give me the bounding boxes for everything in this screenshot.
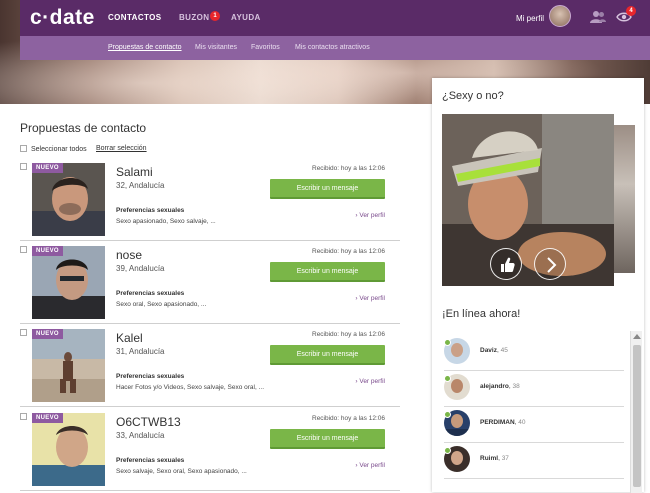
preferences-title: Preferencias sexuales — [116, 373, 185, 380]
new-badge: NUEVO — [32, 246, 63, 256]
contact-card: NUEVO nose 39, Andalucía Preferencias se… — [20, 246, 400, 324]
contact-name[interactable]: nose — [116, 248, 142, 262]
preferences-values: Sexo oral, Sexo apasionado, ... — [116, 301, 207, 308]
profile-photo[interactable] — [32, 413, 105, 486]
avatar[interactable] — [549, 5, 571, 27]
user-age: 40 — [518, 419, 526, 426]
checkbox-box[interactable] — [20, 145, 27, 152]
contact-meta: 33, Andalucía — [116, 431, 165, 440]
preferences-values: Hacer Fotos y/o Videos, Sexo salvaje, Se… — [116, 384, 265, 391]
online-status-dot — [444, 447, 451, 454]
skip-button[interactable] — [534, 248, 566, 280]
contact-name[interactable]: Kalel — [116, 331, 143, 345]
profile-photo[interactable] — [32, 246, 105, 319]
online-user-name[interactable]: Daviz, 45 — [480, 347, 508, 354]
card-checkbox[interactable] — [20, 246, 27, 253]
preferences-values: Sexo apasionado, Sexo salvaje, ... — [116, 218, 216, 225]
online-status-dot — [444, 339, 451, 346]
preferences-title: Preferencias sexuales — [116, 457, 185, 464]
sexy-or-not-panel: ¿Sexy o no? ¡En línea ahora! Daviz, 45 a… — [432, 78, 644, 492]
like-button[interactable] — [490, 248, 522, 280]
received-time: Recibido: hoy a las 12:06 — [312, 331, 385, 338]
online-status-dot — [444, 411, 451, 418]
contact-meta: 32, Andalucía — [116, 181, 165, 190]
candidate-photo[interactable] — [442, 114, 614, 286]
nav-buzon[interactable]: BUZON — [179, 13, 209, 22]
tab-propuestas[interactable]: Propuestas de contacto — [108, 44, 182, 51]
thumbs-up-icon — [501, 257, 515, 272]
online-now-list: Daviz, 45 alejandro, 38 PERDIMAN, 40 Rui… — [432, 329, 644, 492]
preferences-title: Preferencias sexuales — [116, 207, 185, 214]
new-badge: NUEVO — [32, 163, 63, 173]
nav-contactos[interactable]: CONTACTOS — [108, 13, 162, 22]
card-checkbox[interactable] — [20, 163, 27, 170]
contact-name[interactable]: O6CTWB13 — [116, 415, 181, 429]
buzon-badge: 1 — [210, 11, 220, 21]
online-now-title: ¡En línea ahora! — [442, 308, 521, 320]
select-all-checkbox[interactable]: Seleccionar todos — [20, 145, 87, 153]
user-name: PERDIMAN — [480, 419, 515, 426]
user-name: alejandro — [480, 383, 509, 390]
user-age: 38 — [512, 383, 520, 390]
contact-card: NUEVO O6CTWB13 33, Andalucía Preferencia… — [20, 413, 400, 491]
received-time: Recibido: hoy a las 12:06 — [312, 248, 385, 255]
received-time: Recibido: hoy a las 12:06 — [312, 415, 385, 422]
tab-mis-visitantes[interactable]: Mis visitantes — [195, 44, 237, 51]
page-title: Propuestas de contacto — [20, 121, 147, 135]
top-navbar: c·date CONTACTOS BUZON 1 AYUDA Mi perfil… — [20, 0, 650, 36]
online-list-scrollbar[interactable] — [630, 331, 642, 493]
online-user[interactable]: alejandro, 38 — [444, 371, 624, 407]
view-profile-link[interactable]: › Ver perfil — [355, 462, 385, 469]
profile-photo[interactable] — [32, 329, 105, 402]
user-name: Daviz — [480, 347, 497, 354]
view-profile-link[interactable]: › Ver perfil — [355, 212, 385, 219]
clear-selection-link[interactable]: Borrar selección — [96, 145, 147, 152]
scroll-up-arrow[interactable] — [633, 334, 641, 339]
sub-navbar: Propuestas de contacto Mis visitantes Fa… — [20, 36, 650, 60]
contact-card: NUEVO Kalel 31, Andalucía Preferencias s… — [20, 329, 400, 407]
preferences-values: Sexo salvaje, Sexo oral, Sexo apasionado… — [116, 468, 247, 475]
cdate-logo[interactable]: c·date — [30, 6, 95, 30]
nav-ayuda[interactable]: AYUDA — [231, 13, 261, 22]
page: c·date CONTACTOS BUZON 1 AYUDA Mi perfil… — [0, 0, 650, 493]
online-user[interactable]: Daviz, 45 — [444, 335, 624, 371]
select-all-label: Seleccionar todos — [31, 146, 87, 153]
received-time: Recibido: hoy a las 12:06 — [312, 165, 385, 172]
sexy-or-not-title: ¿Sexy o no? — [442, 90, 504, 102]
online-user[interactable]: PERDIMAN, 40 — [444, 407, 624, 443]
user-name: Ruiml — [480, 455, 499, 462]
tab-favoritos[interactable]: Favoritos — [251, 44, 280, 51]
card-checkbox[interactable] — [20, 413, 27, 420]
online-user[interactable]: Ruiml, 37 — [444, 443, 624, 479]
contact-meta: 39, Andalucía — [116, 264, 165, 273]
new-badge: NUEVO — [32, 413, 63, 423]
online-user-name[interactable]: alejandro, 38 — [480, 383, 520, 390]
user-age: 45 — [500, 347, 508, 354]
scrollbar-thumb[interactable] — [633, 345, 641, 487]
chevron-right-icon — [547, 257, 557, 273]
write-message-button[interactable]: Escribir un mensaje — [270, 345, 385, 365]
my-profile-link[interactable]: Mi perfil — [516, 14, 544, 23]
card-checkbox[interactable] — [20, 329, 27, 336]
view-profile-link[interactable]: › Ver perfil — [355, 378, 385, 385]
contacts-icon[interactable] — [590, 10, 606, 24]
user-age: 37 — [501, 455, 509, 462]
contact-meta: 31, Andalucía — [116, 347, 165, 356]
online-user-name[interactable]: PERDIMAN, 40 — [480, 419, 526, 426]
new-badge: NUEVO — [32, 329, 63, 339]
view-profile-link[interactable]: › Ver perfil — [355, 295, 385, 302]
eye-badge: 4 — [626, 6, 636, 16]
write-message-button[interactable]: Escribir un mensaje — [270, 262, 385, 282]
online-status-dot — [444, 375, 451, 382]
contact-card: NUEVO Salami 32, Andalucía Preferencias … — [20, 163, 400, 241]
profile-photo[interactable] — [32, 163, 105, 236]
write-message-button[interactable]: Escribir un mensaje — [270, 179, 385, 199]
contact-name[interactable]: Salami — [116, 165, 153, 179]
tab-contactos-atractivos[interactable]: Mis contactos atractivos — [295, 44, 370, 51]
write-message-button[interactable]: Escribir un mensaje — [270, 429, 385, 449]
preferences-title: Preferencias sexuales — [116, 290, 185, 297]
online-user-name[interactable]: Ruiml, 37 — [480, 455, 509, 462]
